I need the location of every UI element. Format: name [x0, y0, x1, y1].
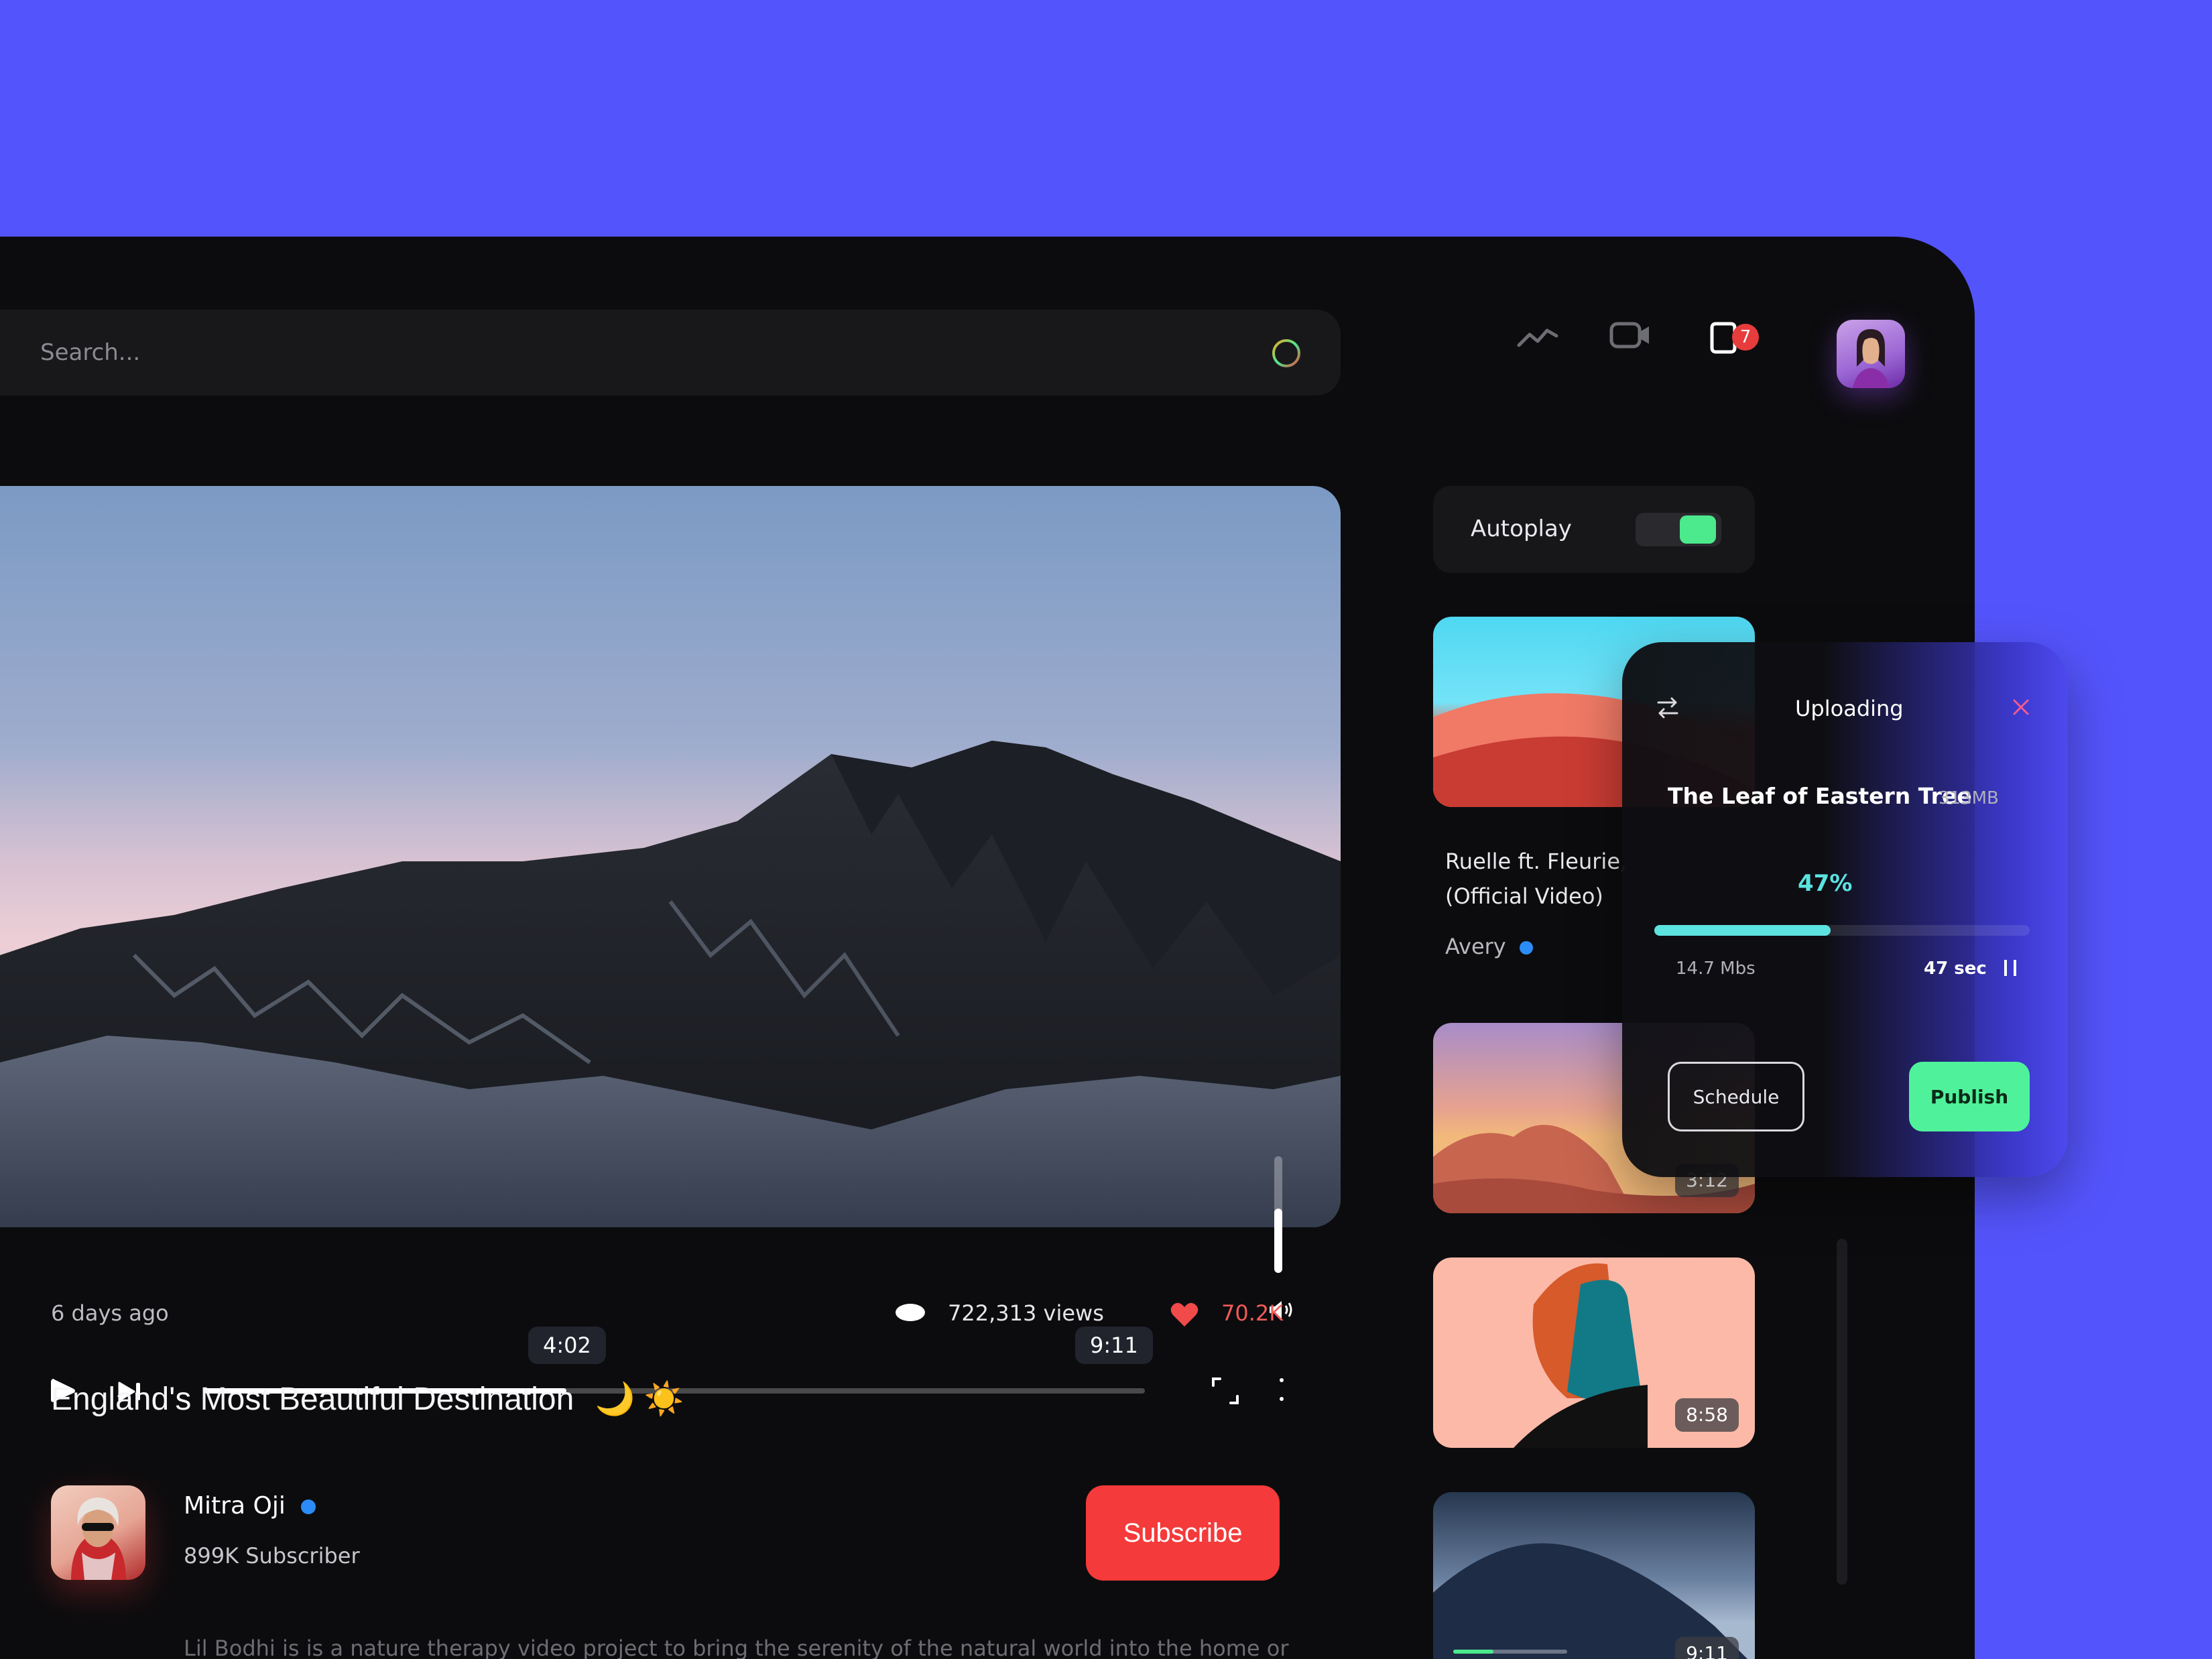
watched-bar: [1453, 1650, 1567, 1654]
pause-icon[interactable]: [2002, 957, 2019, 979]
title-emoji: 🌙 ☀️: [595, 1381, 684, 1417]
views-eye-icon: [896, 1304, 925, 1321]
verified-icon: [301, 1499, 316, 1514]
subscriber-count: 899K Subscriber: [184, 1543, 360, 1569]
duration-badge: 9:11: [1675, 1637, 1739, 1659]
notification-badge: 7: [1732, 324, 1759, 351]
channel-avatar[interactable]: [51, 1485, 145, 1580]
trending-icon[interactable]: [1516, 324, 1559, 351]
upload-time-remaining: 47 sec: [1924, 959, 1987, 979]
recommended-author-text: Avery: [1445, 934, 1506, 959]
subscribe-button[interactable]: Subscribe: [1086, 1485, 1280, 1581]
channel-name[interactable]: Mitra Oji: [184, 1492, 317, 1520]
profile-avatar[interactable]: [1837, 320, 1905, 388]
current-time-label: 4:02: [528, 1327, 606, 1364]
sidebar-scrollbar[interactable]: [1837, 1239, 1847, 1585]
recommended-thumbnail-4[interactable]: 9:11: [1433, 1492, 1755, 1659]
fullscreen-icon[interactable]: [1211, 1376, 1240, 1406]
recommended-thumbnail-3[interactable]: 8:58: [1433, 1257, 1755, 1448]
watched-fill: [1453, 1650, 1493, 1654]
schedule-button[interactable]: Schedule: [1668, 1062, 1804, 1131]
upload-title: Uploading: [1795, 696, 1904, 721]
autoplay-toggle[interactable]: [1636, 513, 1721, 546]
channel-name-text: Mitra Oji: [184, 1492, 286, 1520]
upload-progress-fill: [1654, 925, 1831, 936]
publish-button[interactable]: Publish: [1909, 1062, 2030, 1131]
verified-icon: [1519, 941, 1533, 955]
adjust-icon[interactable]: [1656, 696, 1680, 720]
upload-progress-bar: [1654, 925, 2030, 936]
recommended-title-line-2: (Official Video): [1445, 883, 1603, 909]
upload-panel: Uploading The Leaf of Eastern Tree 313MB…: [1622, 642, 2068, 1177]
duration-label: 9:11: [1075, 1327, 1153, 1364]
video-camera-icon[interactable]: [1609, 320, 1652, 351]
posted-time: 6 days ago: [51, 1300, 169, 1326]
recommended-title-1[interactable]: Ruelle ft. Fleurie, (Official Video): [1445, 844, 1627, 914]
duration-badge: 8:58: [1675, 1398, 1739, 1432]
more-options-icon[interactable]: [1276, 1375, 1287, 1404]
toggle-knob: [1680, 515, 1716, 544]
close-icon[interactable]: [2011, 697, 2031, 717]
video-title-text: England's Most Beautiful Destination: [51, 1381, 574, 1417]
autoplay-control: Autoplay: [1433, 486, 1755, 573]
video-player[interactable]: [0, 486, 1341, 1227]
search-bar: [0, 310, 1341, 395]
upload-file-name: The Leaf of Eastern Tree: [1668, 783, 1972, 809]
upload-file-size: 313MB: [1939, 788, 1999, 808]
video-title: England's Most Beautiful Destination 🌙 ☀…: [51, 1379, 684, 1418]
upload-percent: 47%: [1798, 870, 1853, 897]
heart-icon[interactable]: [1170, 1301, 1199, 1328]
search-input[interactable]: [40, 310, 1247, 395]
volume-slider[interactable]: [1274, 1156, 1282, 1273]
upload-speed: 14.7 Mbs: [1676, 959, 1756, 979]
volume-level: [1274, 1209, 1282, 1273]
voice-search-icon[interactable]: [1271, 338, 1302, 369]
view-count: 722,313 views: [948, 1300, 1104, 1326]
like-count: 70.2K: [1221, 1300, 1284, 1326]
video-frame: [0, 741, 1341, 1227]
recommended-title-line-1: Ruelle ft. Fleurie,: [1445, 849, 1627, 874]
autoplay-label: Autoplay: [1471, 515, 1572, 542]
recommended-author-1[interactable]: Avery: [1445, 934, 1534, 959]
video-description: Lil Bodhi is is a nature therapy video p…: [184, 1636, 1290, 1659]
